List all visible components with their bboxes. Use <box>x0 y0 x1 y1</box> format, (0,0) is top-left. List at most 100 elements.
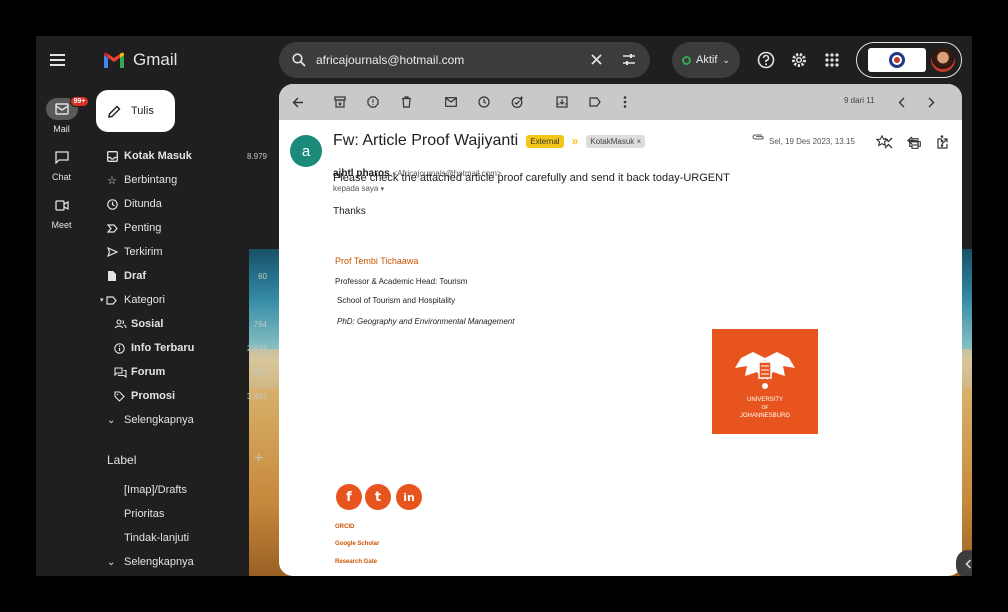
label-item-more[interactable]: ⌄ Selengkapnya <box>96 550 286 574</box>
nav-count: 764 <box>253 319 267 329</box>
nav-label: Ditunda <box>124 198 162 210</box>
nav-item-updates[interactable]: Info Terbaru 2.633 <box>96 336 286 360</box>
label-item-imap-drafts[interactable]: [Imap]/Drafts <box>96 478 286 502</box>
nav-item-inbox[interactable]: Kotak Masuk 8.979 <box>96 144 286 168</box>
add-task-icon[interactable] <box>508 93 526 111</box>
rail-chat-label: Chat <box>51 172 71 182</box>
clock-icon <box>96 198 124 210</box>
important-marker-icon[interactable]: » <box>572 134 579 148</box>
chevron-down-icon: ⌄ <box>722 54 730 65</box>
label-item-follow-up[interactable]: Tindak-lanjuti <box>96 526 286 550</box>
recipient-text: kepada saya <box>333 184 379 193</box>
status-label: Aktif <box>696 54 718 66</box>
app-rail: 99+ Mail Chat Meet <box>36 36 90 576</box>
nav-item-important[interactable]: Penting <box>96 216 286 240</box>
nav-item-snoozed[interactable]: Ditunda <box>96 192 286 216</box>
snooze-clock-icon[interactable] <box>475 93 493 111</box>
info-icon <box>96 342 131 354</box>
gmail-logo-icon <box>104 52 124 68</box>
university-name-line1: UNIVERSITY <box>746 397 783 403</box>
label-name: Selengkapnya <box>124 556 194 568</box>
status-chip[interactable]: Aktif ⌄ <box>672 42 740 78</box>
university-logo[interactable]: UNIVERSITY OF JOHANNESBURG <box>712 329 818 434</box>
unread-badge: 99+ <box>69 96 90 107</box>
inbox-icon <box>96 150 124 162</box>
main-menu-button[interactable] <box>50 49 72 71</box>
facebook-icon[interactable]: f <box>336 484 362 510</box>
side-panel-toggle-icon[interactable] <box>956 550 972 576</box>
reply-icon[interactable] <box>904 132 922 150</box>
google-scholar-link[interactable]: Google Scholar <box>335 541 379 547</box>
email-body-text: Please check the attached article proof … <box>333 172 730 184</box>
clear-search-icon[interactable] <box>590 53 603 66</box>
rail-meet[interactable]: Meet <box>36 194 87 230</box>
chevron-down-icon: ⌄ <box>107 414 116 426</box>
compose-button[interactable]: Tulis <box>96 90 175 132</box>
university-name-line3: JOHANNESBURG <box>739 413 790 419</box>
nav-item-more[interactable]: ⌄ Selengkapnya <box>96 408 286 432</box>
research-gate-link[interactable]: Research Gate <box>335 559 377 565</box>
newer-chevron-left-icon[interactable] <box>892 93 910 111</box>
move-to-icon[interactable] <box>553 93 571 111</box>
nav-item-forums[interactable]: Forum 101 <box>96 360 286 384</box>
settings-gear-icon[interactable] <box>788 49 810 71</box>
nav-label: Berbintang <box>124 174 178 186</box>
label-tag-icon[interactable] <box>586 93 604 111</box>
rail-chat[interactable]: Chat <box>36 146 87 182</box>
signature-school: School of Tourism and Hospitality <box>337 296 456 305</box>
rail-mail[interactable]: 99+ Mail <box>36 96 90 134</box>
account-switcher[interactable] <box>856 42 962 78</box>
label-icon: ▾ <box>96 295 124 305</box>
nav-count: 60 <box>258 271 267 281</box>
email-closing: Thanks <box>333 206 366 217</box>
signature-degree: PhD: Geography and Environmental Managem… <box>337 317 515 326</box>
app-name: Gmail <box>133 50 178 69</box>
apps-grid-icon[interactable] <box>821 49 843 71</box>
label-name: Prioritas <box>124 508 165 520</box>
tag-icon <box>96 390 131 402</box>
recipient-line[interactable]: kepada saya ▾ <box>333 184 384 193</box>
help-icon[interactable] <box>755 49 777 71</box>
more-vert-icon[interactable] <box>616 93 634 111</box>
orcid-link[interactable]: ORCID <box>335 524 354 530</box>
label-name: Tindak-lanjuti <box>124 532 190 544</box>
more-vert-icon[interactable] <box>933 132 951 150</box>
star-icon[interactable] <box>873 132 891 150</box>
university-crest-icon <box>735 352 795 389</box>
inbox-label-chip[interactable]: KotakMasuk × <box>586 134 646 148</box>
label-item-priority[interactable]: Prioritas <box>96 502 286 526</box>
nav-item-promotions[interactable]: Promosi 3.483 <box>96 384 286 408</box>
status-dot-icon <box>682 55 692 65</box>
search-input[interactable] <box>316 53 566 67</box>
search-icon[interactable] <box>292 53 306 67</box>
nav-item-starred[interactable]: ☆ Berbintang <box>96 168 286 192</box>
mark-unread-icon[interactable] <box>442 93 460 111</box>
delete-trash-icon[interactable] <box>397 93 415 111</box>
nav-label: Penting <box>124 222 162 234</box>
sender-avatar[interactable]: a <box>290 135 322 167</box>
back-arrow-icon[interactable] <box>289 93 307 111</box>
nav-count: 2.633 <box>246 343 267 353</box>
nav-item-drafts[interactable]: Draf 60 <box>96 264 286 288</box>
report-spam-icon[interactable] <box>364 93 382 111</box>
nav-item-categories[interactable]: ▾ Kategori <box>96 288 286 312</box>
signature-title: Professor & Academic Head: Tourism <box>335 277 468 286</box>
email-view: 9 dari 11 Fw: Article Proof Wajiyanti Ex… <box>279 84 962 576</box>
gmail-logo[interactable]: Gmail <box>103 50 177 70</box>
linkedin-icon[interactable]: in <box>396 484 422 510</box>
nav-item-social[interactable]: Sosial 764 <box>96 312 286 336</box>
archive-icon[interactable] <box>331 93 349 111</box>
video-icon <box>46 194 78 216</box>
search-options-icon[interactable] <box>622 53 636 66</box>
send-icon <box>96 247 124 257</box>
add-label-icon[interactable]: + <box>254 450 263 468</box>
search-bar[interactable] <box>279 42 650 78</box>
twitter-icon[interactable]: t <box>365 484 391 510</box>
nav-label: Selengkapnya <box>124 414 194 426</box>
nav-item-sent[interactable]: Terkirim <box>96 240 286 264</box>
avatar <box>931 48 955 72</box>
older-chevron-right-icon[interactable] <box>922 93 940 111</box>
subject-row: Fw: Article Proof Wajiyanti External » K… <box>333 132 646 150</box>
rail-meet-label: Meet <box>51 220 72 230</box>
nav-count: 101 <box>253 367 267 377</box>
